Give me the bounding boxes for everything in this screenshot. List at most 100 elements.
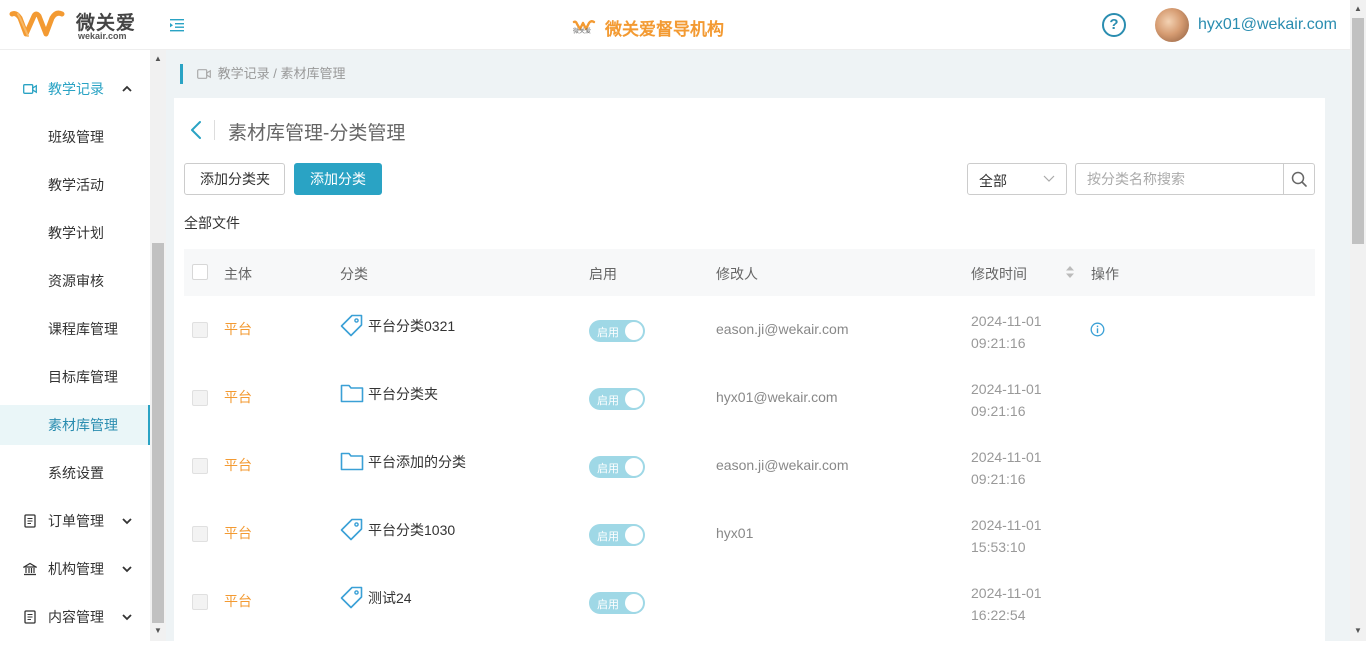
row-checkbox[interactable]: [192, 526, 208, 542]
search-icon: [1291, 171, 1307, 187]
sidebar-item-0[interactable]: 教学记录: [0, 69, 150, 109]
sidebar-item-7[interactable]: 素材库管理: [0, 405, 150, 445]
sidebar-item-3[interactable]: 教学计划: [0, 213, 150, 253]
table-row: 平台 平台分类1030 启用 hyx01 2024-11-01 15:53:10: [184, 500, 1315, 568]
modified-clock: 09:21:16: [971, 471, 1026, 487]
col-category: 分类: [340, 266, 368, 282]
top-header: 微关爱 wekair.com 微关爱 微关爱督导机构 ? hyx01@wekai…: [0, 0, 1366, 50]
chevron-down-icon: [122, 566, 132, 573]
sidebar-item-label: 系统设置: [48, 465, 104, 481]
modified-time-cell: 2024-11-01 09:21:16: [971, 446, 1051, 490]
sidebar-item-5[interactable]: 课程库管理: [0, 309, 150, 349]
help-icon[interactable]: ?: [1102, 13, 1126, 37]
sidebar-item-9[interactable]: 订单管理: [0, 501, 150, 541]
category-name: 平台添加的分类: [368, 454, 466, 470]
toggle-label: 启用: [597, 327, 619, 339]
page-title: 素材库管理-分类管理: [228, 123, 406, 144]
sidebar-item-label: 目标库管理: [48, 369, 118, 385]
sidebar-scroll-thumb[interactable]: [152, 243, 164, 623]
scroll-down-icon[interactable]: ▼: [154, 626, 162, 635]
select-all-checkbox[interactable]: [192, 264, 208, 280]
modified-clock: 09:21:16: [971, 403, 1026, 419]
col-modified-time[interactable]: 修改时间: [971, 264, 1027, 284]
modified-clock: 09:21:16: [971, 335, 1026, 351]
col-actions: 操作: [1091, 266, 1119, 282]
subject-cell: 平台: [224, 593, 252, 609]
breadcrumb-separator: /: [269, 66, 281, 81]
sidebar-item-label: 资源审核: [48, 273, 104, 289]
divider: [214, 120, 215, 140]
enabled-toggle[interactable]: 启用: [589, 456, 645, 478]
scroll-up-icon[interactable]: ▲: [1354, 4, 1362, 13]
search-box: [1075, 163, 1315, 195]
avatar[interactable]: [1155, 8, 1189, 42]
page-scroll-thumb[interactable]: [1352, 18, 1364, 244]
chevron-down-icon: [1043, 175, 1055, 182]
sidebar-item-8[interactable]: 系统设置: [0, 453, 150, 493]
enabled-toggle[interactable]: 启用: [589, 524, 645, 546]
sidebar-item-1[interactable]: 班级管理: [0, 117, 150, 157]
subject-cell: 平台: [224, 321, 252, 337]
category-name: 测试24: [368, 590, 412, 606]
modified-date: 2024-11-01: [971, 585, 1042, 601]
sidebar-item-6[interactable]: 目标库管理: [0, 357, 150, 397]
add-category-button[interactable]: 添加分类: [294, 163, 382, 195]
filter-value: 全部: [979, 173, 1007, 189]
sidebar-item-label: 订单管理: [48, 513, 104, 529]
modified-date: 2024-11-01: [971, 381, 1042, 397]
add-folder-button[interactable]: 添加分类夹: [184, 163, 285, 195]
enabled-toggle[interactable]: 启用: [589, 320, 645, 342]
modified-time-cell: 2024-11-01 16:22:54: [971, 582, 1051, 626]
folder-icon: [340, 452, 364, 471]
modifier-cell: eason.ji@wekair.com: [716, 321, 849, 337]
sidebar-item-10[interactable]: 机构管理: [0, 549, 150, 589]
subject-filter-select[interactable]: 全部: [967, 163, 1067, 195]
breadcrumb-part-1[interactable]: 教学记录: [218, 66, 270, 81]
modified-time-cell: 2024-11-01 09:21:16: [971, 378, 1051, 422]
info-icon[interactable]: [1090, 322, 1105, 337]
tag-icon: [340, 314, 363, 337]
sort-icon[interactable]: [1065, 265, 1075, 279]
row-checkbox[interactable]: [192, 594, 208, 610]
search-button[interactable]: [1283, 164, 1314, 194]
toggle-label: 启用: [597, 531, 619, 543]
table-header: 主体 分类 启用 修改人 修改时间 操作: [184, 249, 1315, 296]
sidebar-item-2[interactable]: 教学活动: [0, 165, 150, 205]
row-checkbox[interactable]: [192, 390, 208, 406]
chevron-down-icon: [122, 518, 132, 525]
toggle-knob: [625, 594, 643, 612]
brand-logo[interactable]: 微关爱 wekair.com: [8, 6, 138, 44]
sidebar-item-4[interactable]: 资源审核: [0, 261, 150, 301]
enabled-toggle[interactable]: 启用: [589, 388, 645, 410]
scroll-up-icon[interactable]: ▲: [154, 54, 162, 63]
document-icon: [24, 514, 36, 528]
row-checkbox[interactable]: [192, 322, 208, 338]
folder-icon: [340, 384, 364, 403]
sidebar-scrollbar[interactable]: ▲ ▼: [150, 50, 166, 641]
category-name: 平台分类1030: [368, 522, 456, 538]
search-input[interactable]: [1076, 164, 1283, 194]
modifier-cell: hyx01@wekair.com: [716, 389, 838, 405]
subject-cell: 平台: [224, 389, 252, 405]
sidebar-item-label: 教学计划: [48, 225, 104, 241]
main-content: 教学记录 / 素材库管理 素材库管理-分类管理 添加分类夹 添加分类 全部 按分…: [166, 50, 1350, 658]
toggle-label: 启用: [597, 463, 619, 475]
col-subject: 主体: [224, 266, 252, 282]
sidebar: 教学记录班级管理教学活动教学计划资源审核课程库管理目标库管理素材库管理系统设置订…: [0, 50, 150, 641]
chevron-down-icon: [122, 614, 132, 621]
row-checkbox[interactable]: [192, 458, 208, 474]
menu-collapse-icon[interactable]: [169, 17, 185, 33]
subject-cell: 平台: [224, 457, 252, 473]
modifier-cell: hyx01: [716, 525, 754, 541]
user-email[interactable]: hyx01@wekair.com: [1198, 16, 1337, 34]
col-enabled: 启用: [589, 266, 617, 282]
all-files-label[interactable]: 全部文件: [184, 213, 240, 233]
table-row: 平台 平台分类0321 启用 eason.ji@wekair.com 2024-11-0…: [184, 296, 1315, 364]
scroll-down-icon[interactable]: ▼: [1354, 626, 1362, 635]
back-arrow-icon[interactable]: [188, 118, 204, 142]
chevron-up-icon: [122, 85, 132, 92]
page-scrollbar[interactable]: ▲ ▼: [1350, 0, 1366, 641]
enabled-toggle[interactable]: 启用: [589, 592, 645, 614]
sidebar-item-11[interactable]: 内容管理: [0, 597, 150, 637]
toggle-label: 启用: [597, 599, 619, 611]
